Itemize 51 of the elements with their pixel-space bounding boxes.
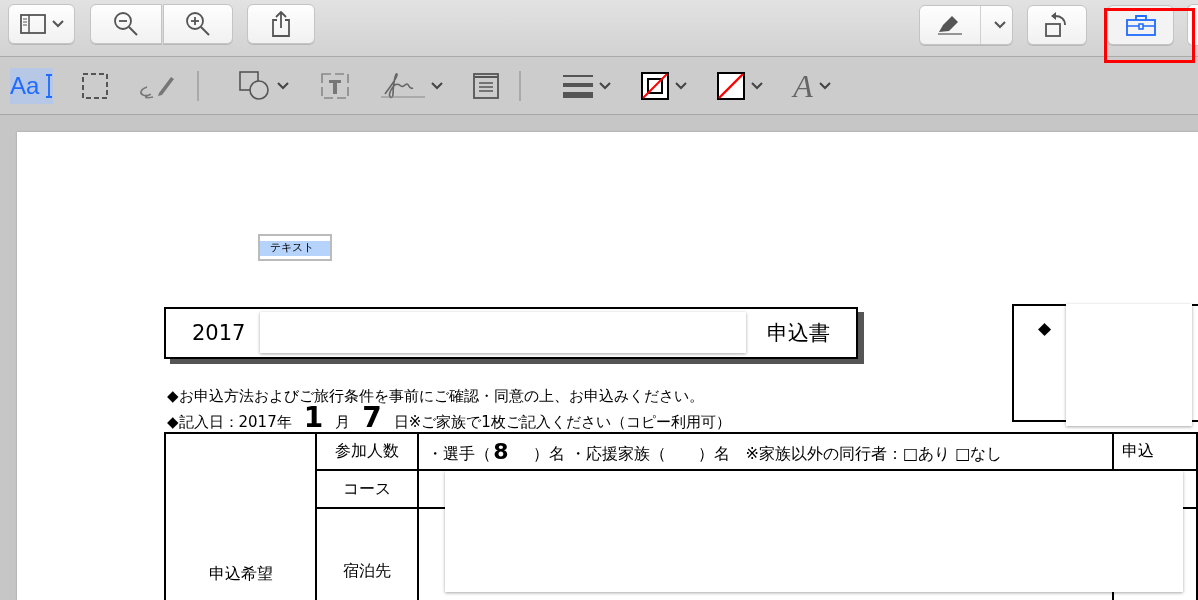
toolbox-icon <box>1124 14 1157 36</box>
row-label: 参加人数 <box>335 441 400 460</box>
zoom-in-button[interactable] <box>163 4 233 44</box>
fill-color-icon <box>717 71 746 100</box>
text-select-tool[interactable]: Aa <box>10 67 54 104</box>
title-text: 申込書 <box>767 320 830 347</box>
text-box-icon <box>319 71 352 100</box>
date-label: ◆記入日：2017年 <box>167 413 292 432</box>
chevron-icon <box>599 81 612 90</box>
info-text: ◆ <box>1038 318 1052 338</box>
chevron-icon <box>675 81 688 90</box>
sidebar-icon <box>19 14 46 34</box>
chevron-icon <box>431 81 444 90</box>
day-value: 7 <box>362 406 382 430</box>
day-label: 日 <box>393 413 409 432</box>
rotate-button[interactable] <box>1027 5 1087 45</box>
selection-rectangle-icon <box>81 71 110 100</box>
chevron-icon <box>51 20 64 28</box>
border-color-icon <box>641 71 670 100</box>
chevron-icon <box>818 81 831 90</box>
chevron-icon <box>277 81 290 90</box>
entry-value: 8 <box>493 438 509 464</box>
line-style-icon <box>563 72 594 99</box>
text-box[interactable]: テキスト <box>258 234 332 261</box>
title-text: 2017 <box>192 321 246 345</box>
zoom-in-icon <box>185 11 211 37</box>
zoom-out-button[interactable] <box>90 4 162 44</box>
instruction-text: ◆お申込方法およびご旅行条件を事前にご確認・同意の上、お申込みください。 <box>167 386 705 406</box>
zoom-out-icon <box>113 11 139 37</box>
month-label: 月 <box>335 413 351 432</box>
shapes-icon <box>239 70 272 101</box>
text-cursor-icon <box>45 73 54 98</box>
font-tool[interactable]: A <box>793 67 831 104</box>
sidebar-button[interactable] <box>8 4 75 44</box>
row-text: ・選手（ <box>427 443 492 463</box>
pen-icon <box>936 14 964 36</box>
toolbox-button[interactable] <box>1107 5 1174 45</box>
column-label: 申込 <box>1122 441 1155 460</box>
month-value: 1 <box>303 406 324 430</box>
share-button[interactable] <box>247 4 315 44</box>
share-icon <box>270 11 292 37</box>
note-icon <box>473 72 500 99</box>
section-label: 申込希望 <box>208 564 273 583</box>
row-label: 宿泊先 <box>343 561 392 580</box>
toolbar-button-edge[interactable] <box>1187 4 1198 46</box>
note-text: ※ご家族で1枚ご記入ください（コピー利用可） <box>408 413 731 432</box>
markup-button[interactable] <box>919 5 1013 45</box>
row-label: コース <box>343 478 392 498</box>
row-text: ）名 ・応援家族（ ）名 ※家族以外の同行者：□あり □なし <box>532 443 1003 463</box>
chevron-icon <box>751 81 764 90</box>
chevron-icon <box>993 21 1006 29</box>
